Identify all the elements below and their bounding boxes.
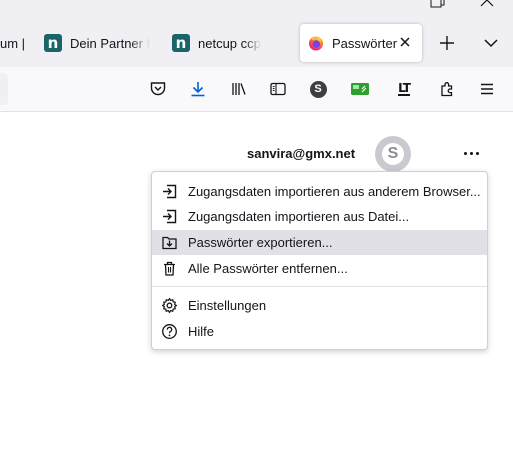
tab-bar: um | n Dein Partner f n netcup ccp Passw…: [0, 0, 513, 67]
sidebar-icon[interactable]: [268, 79, 288, 99]
tab-1-label: um |: [0, 35, 26, 51]
new-tab-icon[interactable]: [438, 34, 456, 52]
passwords-menu: Zugangsdaten importieren aus anderem Bro…: [151, 171, 488, 350]
settings-label: Einstellungen: [188, 298, 267, 313]
import-icon: [163, 184, 177, 199]
tab-1[interactable]: um |: [0, 24, 28, 62]
tab-3[interactable]: n netcup ccp: [172, 24, 286, 62]
close-tab-icon[interactable]: [398, 35, 412, 49]
help-item[interactable]: Hilfe: [152, 319, 487, 344]
avatar[interactable]: S: [375, 136, 411, 172]
nav-bar: S LT: [0, 67, 513, 112]
remove-all-passwords-label: Alle Passwörter entfernen...: [188, 261, 348, 276]
menu-separator: [152, 286, 487, 287]
import-file-icon: [163, 209, 177, 224]
tab-passwords-active[interactable]: Passwörter: [300, 24, 422, 62]
menu-icon[interactable]: [477, 79, 497, 99]
netcup-icon: n: [172, 34, 190, 52]
tab-3-label: netcup ccp: [198, 35, 261, 51]
library-icon[interactable]: [229, 79, 249, 99]
dot-icon: [469, 151, 473, 155]
chevron-down-icon[interactable]: [483, 36, 499, 50]
pocket-icon[interactable]: [148, 79, 168, 99]
help-icon: [162, 324, 177, 339]
extension-green-icon[interactable]: [350, 79, 370, 99]
more-options-button[interactable]: [459, 144, 483, 162]
export-passwords-label: Passwörter exportieren...: [188, 235, 333, 250]
import-from-file-item[interactable]: Zugangsdaten importieren aus Datei...: [152, 204, 487, 229]
languagetool-icon[interactable]: LT: [394, 79, 414, 99]
account-icon[interactable]: S: [308, 79, 328, 99]
export-icon: [162, 236, 177, 250]
settings-icon: [161, 297, 178, 314]
dot-icon: [463, 151, 467, 155]
export-passwords-item[interactable]: Passwörter exportieren...: [152, 230, 487, 255]
extensions-icon[interactable]: [437, 79, 457, 99]
firefox-icon: [309, 36, 323, 51]
import-from-browser-label: Zugangsdaten importieren aus anderem Bro…: [188, 184, 481, 199]
tab-2[interactable]: n Dein Partner f: [44, 24, 158, 62]
avatar-letter: S: [382, 143, 404, 165]
url-bar[interactable]: [0, 73, 8, 105]
account-letter: S: [309, 80, 327, 98]
settings-item[interactable]: Einstellungen: [152, 293, 487, 318]
tab-2-label: Dein Partner f: [70, 35, 151, 51]
languagetool-text: LT: [398, 80, 411, 96]
trash-icon: [164, 261, 175, 276]
tab-4-label: Passwörter: [332, 35, 398, 51]
dot-icon: [475, 151, 479, 155]
close-window-icon[interactable]: [479, 0, 495, 8]
help-label: Hilfe: [188, 324, 215, 339]
import-from-file-label: Zugangsdaten importieren aus Datei...: [188, 209, 410, 224]
netcup-icon: n: [44, 34, 62, 52]
restore-window-icon[interactable]: [430, 0, 446, 8]
remove-all-passwords-item[interactable]: Alle Passwörter entfernen...: [152, 256, 487, 281]
import-from-browser-item[interactable]: Zugangsdaten importieren aus anderem Bro…: [152, 179, 487, 204]
downloads-icon[interactable]: [188, 79, 208, 99]
account-email: sanvira@gmx.net: [247, 146, 356, 161]
